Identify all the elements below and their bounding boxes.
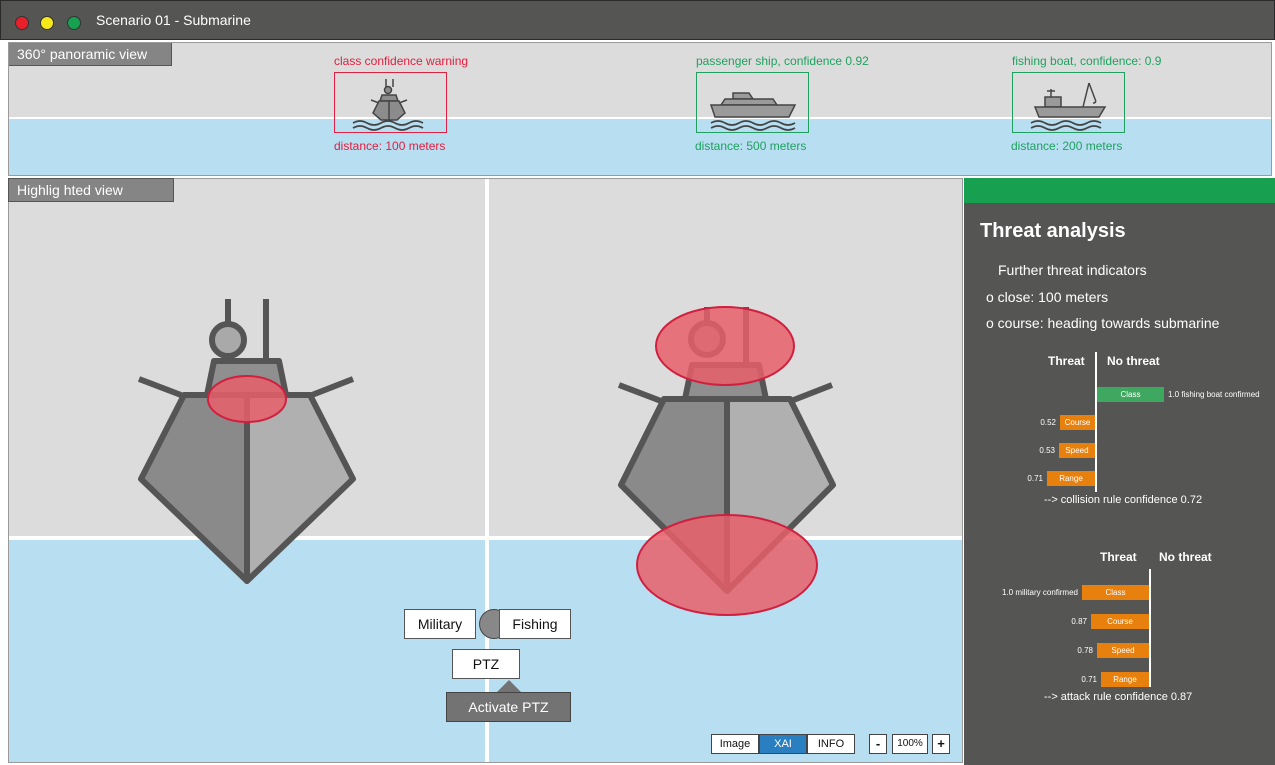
title-bar: Scenario 01 - Submarine	[0, 0, 1275, 40]
attack-bar-speed: Speed	[1097, 643, 1149, 658]
detection-distance-fishing-boat: distance: 200 meters	[1011, 139, 1123, 153]
close-window-button[interactable]	[15, 16, 29, 30]
collision-bar-label-speed: 0.53	[1039, 446, 1055, 455]
image-pane	[9, 179, 485, 762]
panoramic-view: 360° panoramic view class confidence war…	[8, 42, 1272, 176]
detection-box-warship[interactable]	[334, 72, 447, 133]
attack-bar-course: Course	[1091, 614, 1149, 629]
attack-bar-label-speed: 0.78	[1077, 646, 1093, 655]
panoramic-view-label: 360° panoramic view	[9, 43, 172, 66]
activate-ptz-tooltip[interactable]: Activate PTZ	[446, 692, 571, 722]
military-toggle-button[interactable]: Military	[404, 609, 476, 639]
fishing-boat-icon	[1030, 82, 1107, 131]
warship-icon	[352, 79, 424, 131]
detection-box-passenger-ship[interactable]	[696, 72, 809, 133]
fishing-toggle-button[interactable]: Fishing	[499, 609, 571, 639]
zoom-out-button[interactable]: -	[869, 734, 887, 754]
zoom-level: 100%	[892, 734, 928, 754]
passenger-ship-icon	[709, 92, 797, 131]
detection-label-fishing-boat: fishing boat, confidence: 0.9	[1012, 54, 1162, 68]
xai-highlight-top	[655, 306, 795, 386]
collision-chart-axis	[1095, 352, 1097, 492]
attack-threat-header: Threat	[1100, 550, 1137, 564]
attack-bar-label-class: 1.0 military confirmed	[1001, 588, 1078, 597]
detection-label-warship: class confidence warning	[334, 54, 469, 68]
collision-bar-label-course: 0.52	[1040, 418, 1056, 427]
collision-bar-speed: Speed	[1059, 443, 1095, 458]
indicator-close: o close: 100 meters	[986, 289, 1109, 305]
detection-box-fishing-boat[interactable]	[1012, 72, 1125, 133]
collision-bar-label-class: 1.0 fishing boat confirmed	[1168, 390, 1260, 399]
ptz-button[interactable]: PTZ	[452, 649, 520, 679]
ship-image-xai	[617, 306, 836, 616]
image-mode-button[interactable]: Image	[711, 734, 759, 754]
zoom-in-button[interactable]: +	[932, 734, 950, 754]
threat-analysis-panel: Threat analysis Further threat indicator…	[964, 178, 1275, 765]
collision-bar-class: Class	[1097, 387, 1164, 402]
attack-bar-class: Class	[1082, 585, 1149, 600]
indicator-course: o course: heading towards submarine	[986, 315, 1220, 331]
collision-no-threat-header: No threat	[1107, 354, 1160, 368]
window-title: Scenario 01 - Submarine	[96, 12, 251, 28]
info-mode-button[interactable]: INFO	[807, 734, 855, 754]
attack-no-threat-header: No threat	[1159, 550, 1212, 564]
detection-label-passenger-ship: passenger ship, confidence 0.92	[696, 54, 869, 68]
xai-mode-button[interactable]: XAI	[759, 734, 807, 754]
attack-chart-axis	[1149, 569, 1151, 687]
detection-distance-passenger-ship: distance: 500 meters	[695, 139, 807, 153]
collision-rule-conclusion: --> collision rule confidence 0.72	[1044, 494, 1203, 506]
attack-bar-range: Range	[1101, 672, 1149, 687]
xai-highlight-region	[207, 375, 287, 423]
detection-distance-warship: distance: 100 meters	[334, 139, 446, 153]
collision-bar-range: Range	[1047, 471, 1095, 486]
indicators-heading: Further threat indicators	[998, 262, 1147, 278]
minimize-window-button[interactable]	[40, 16, 54, 30]
highlighted-view: Highlig hted view Military Fishing PTZ A…	[8, 178, 963, 763]
collision-threat-header: Threat	[1048, 354, 1085, 368]
attack-rule-conclusion: --> attack rule confidence 0.87	[1044, 691, 1193, 703]
collision-bar-course: Course	[1060, 415, 1095, 430]
highlighted-view-label: Highlig hted view	[8, 178, 174, 202]
xai-highlight-bottom	[636, 514, 818, 616]
threat-status-bar	[964, 178, 1275, 203]
maximize-window-button[interactable]	[67, 16, 81, 30]
collision-bar-label-range: 0.71	[1027, 474, 1043, 483]
attack-bar-label-course: 0.87	[1071, 617, 1087, 626]
ship-image-left	[137, 299, 356, 584]
threat-analysis-title: Threat analysis	[980, 220, 1126, 242]
tooltip-arrow	[497, 680, 521, 692]
attack-bar-label-range: 0.71	[1081, 675, 1097, 684]
xai-pane	[489, 179, 962, 762]
